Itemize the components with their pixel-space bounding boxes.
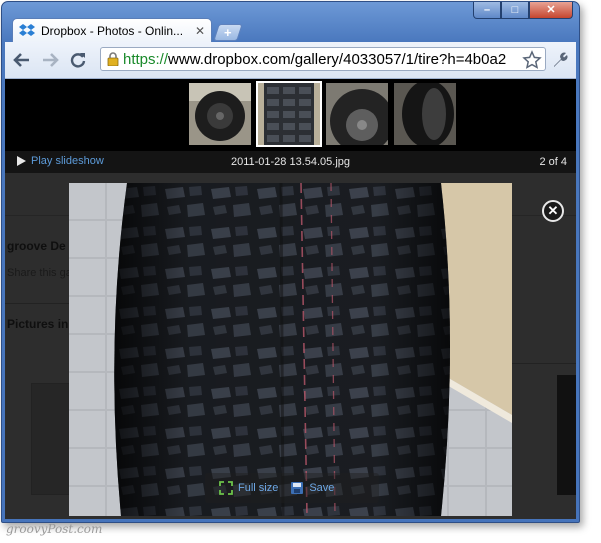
reload-icon [70,53,86,68]
tire-side-thumbnail-image [326,83,388,145]
url-path: www.dropbox.com/gallery/4033057/1/tire?h… [168,50,507,68]
thumbnail-3[interactable] [326,83,388,145]
close-viewer-button[interactable]: ✕ [542,200,564,222]
full-size-button[interactable]: Full size [219,481,278,495]
thumbnail-4[interactable] [394,83,456,145]
photo-filename: 2011-01-28 13.54.05.jpg [230,156,351,168]
plus-icon: + [224,25,232,40]
url-scheme: https:// [123,50,169,68]
back-arrow-icon [13,53,29,67]
photo-counter: 2 of 4 [539,156,567,168]
browser-window: – □ ✕ Dropbox - Photos - Onlin... ✕ + ht… [1,1,580,523]
background-title: groove De [7,239,66,253]
site-watermark: groovyPost.com [6,522,103,536]
tire-tread-thumbnail-image [258,83,320,145]
tire-closeup-thumbnail-image [394,83,456,145]
page-viewport: groove De Share this ga Pictures in Play… [5,79,576,519]
lock-icon [107,52,119,66]
thumbnail-1[interactable] [189,83,251,145]
minimize-button[interactable]: – [473,2,501,19]
tab-title: Dropbox - Photos - Onlin... [41,23,184,38]
back-button[interactable] [11,50,33,70]
window-controls: – □ ✕ [473,2,573,19]
address-bar[interactable]: https://www.dropbox.com/gallery/4033057/… [100,47,546,71]
dropbox-icon [19,23,35,36]
tire-wheel-thumbnail-image [189,83,251,145]
expand-icon [219,481,233,495]
save-button[interactable]: Save [290,481,334,495]
background-pictures-heading: Pictures in [7,317,69,331]
tab-close-icon[interactable]: ✕ [195,24,205,38]
wrench-icon[interactable] [550,50,570,70]
close-icon: ✕ [547,203,559,218]
browser-toolbar: https://www.dropbox.com/gallery/4033057/… [5,42,576,79]
new-tab-button[interactable]: + [213,24,243,41]
forward-button[interactable] [39,50,61,70]
photo-actions-bar: Full size Save [205,473,379,503]
save-disk-icon [291,482,304,494]
url-text: https://www.dropbox.com/gallery/4033057/… [123,51,506,68]
full-size-label: Full size [238,482,279,494]
background-share-text: Share this ga [7,267,72,279]
forward-arrow-icon [43,53,59,67]
main-photo [69,183,512,516]
tire-tread-photo [69,183,512,516]
maximize-button[interactable]: □ [501,2,529,19]
close-window-button[interactable]: ✕ [529,2,573,19]
thumbnail-2-selected[interactable] [256,81,322,147]
thumbnail-strip [5,79,576,151]
save-label: Save [309,482,335,494]
browser-tab[interactable]: Dropbox - Photos - Onlin... ✕ [12,18,212,42]
reload-button[interactable] [67,50,89,70]
bookmark-star-icon[interactable] [522,50,542,70]
